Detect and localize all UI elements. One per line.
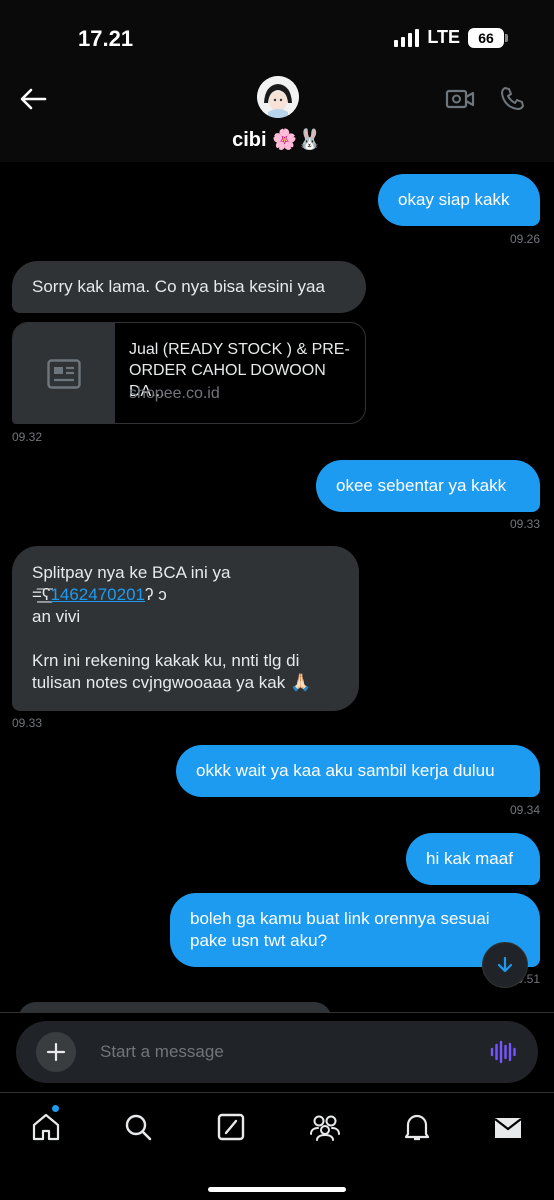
- link-thumbnail: [13, 323, 115, 423]
- message-line: Krn ini rekening kakak ku, nnti tlg di: [32, 651, 300, 670]
- network-type: LTE: [427, 27, 460, 47]
- message-bubble-sent[interactable]: okay siap kakk: [378, 174, 540, 226]
- phone-call-button[interactable]: [496, 84, 528, 114]
- emoticon-prefix: =͟͟͞͞ʕ: [32, 585, 51, 604]
- message-text: okee sebentar ya kakk: [336, 476, 507, 495]
- message-bubble-sent[interactable]: hi kak maaf: [406, 833, 540, 885]
- status-time: 17.21: [78, 26, 134, 51]
- message-line: pake usn twt aku?: [190, 931, 328, 950]
- tab-search[interactable]: [118, 1109, 158, 1145]
- scroll-to-bottom-button[interactable]: [482, 942, 528, 988]
- home-indicator: [208, 1187, 346, 1192]
- message-text: Sorry kak lama. Co nya bisa kesini yaa: [32, 277, 325, 296]
- status-bar: 17.21 LTE 66: [0, 0, 554, 70]
- plus-icon: [46, 1042, 66, 1062]
- message-timestamp: 09.34: [509, 803, 540, 817]
- back-arrow-icon: [20, 88, 47, 110]
- messages-icon: [494, 1118, 522, 1138]
- arrow-down-icon: [497, 956, 513, 973]
- message-text: okay siap kakk: [398, 190, 510, 209]
- message-timestamp: 09.32: [12, 430, 43, 444]
- notification-dot: [52, 1105, 59, 1112]
- message-line: an vivi: [32, 607, 81, 626]
- signal-icon: [394, 28, 420, 47]
- video-call-button[interactable]: [444, 84, 476, 114]
- article-icon: [47, 359, 81, 389]
- tab-messages[interactable]: [488, 1109, 528, 1145]
- add-media-button[interactable]: [36, 1032, 76, 1072]
- bottom-tab-bar: [0, 1092, 554, 1200]
- status-indicators: LTE 66: [394, 27, 508, 48]
- message-bubble-sent[interactable]: okkk wait ya kaa aku sambil kerja duluu: [176, 745, 540, 797]
- message-bubble-received[interactable]: Sorry kak lama. Co nya bisa kesini yaa: [12, 261, 366, 313]
- message-timestamp: 09.33: [12, 716, 43, 730]
- back-button[interactable]: [16, 84, 50, 114]
- message-line: =͟͟͞͞ʕ1462470201ʔ ↄ: [32, 584, 167, 606]
- composer-bar: [0, 1012, 554, 1092]
- tab-grok[interactable]: [211, 1109, 251, 1145]
- conversation-header: cibi 🌸🐰: [0, 70, 554, 162]
- message-text: okkk wait ya kaa aku sambil kerja duluu: [196, 761, 495, 780]
- message-timestamp: 09.26: [509, 232, 540, 246]
- message-timestamp: 09.33: [509, 517, 540, 531]
- link-preview-card[interactable]: Jual (READY STOCK ) & PRE-ORDER CAHOL DO…: [12, 322, 366, 424]
- tab-home[interactable]: [26, 1109, 66, 1145]
- tab-communities[interactable]: [305, 1109, 345, 1145]
- compose-box: [16, 1021, 538, 1083]
- link-domain: shopee.co.id: [129, 385, 220, 402]
- emoticon-suffix: ʔ ↄ: [144, 585, 167, 604]
- tab-notifications[interactable]: [397, 1109, 437, 1145]
- battery-level: 66: [468, 27, 504, 48]
- message-text: hi kak maaf: [426, 849, 513, 868]
- message-bubble-sent[interactable]: okee sebentar ya kakk: [316, 460, 540, 512]
- message-line: Splitpay nya ke BCA ini ya: [32, 563, 231, 582]
- phone-icon: [501, 87, 524, 110]
- message-bubble-received[interactable]: Splitpay nya ke BCA ini ya =͟͟͞͞ʕ1462470…: [12, 546, 359, 711]
- message-list[interactable]: okay siap kakk 09.26 Sorry kak lama. Co …: [0, 162, 554, 1010]
- communities-icon: [310, 1115, 340, 1141]
- avatar[interactable]: [257, 76, 299, 118]
- battery-icon: 66: [468, 27, 508, 48]
- message-line: boleh ga kamu buat link orennya sesuai: [190, 909, 490, 928]
- voice-waveform-icon: [490, 1040, 516, 1064]
- search-icon: [125, 1114, 152, 1141]
- video-call-icon: [445, 89, 475, 109]
- home-icon: [32, 1113, 60, 1141]
- account-number-link[interactable]: 1462470201: [50, 585, 145, 604]
- voice-message-button[interactable]: [488, 1037, 518, 1067]
- contact-name[interactable]: cibi 🌸🐰: [0, 127, 554, 152]
- message-input[interactable]: [100, 1040, 460, 1064]
- notifications-icon: [404, 1114, 430, 1141]
- grok-icon: [217, 1113, 245, 1141]
- message-line: tulisan notes cvjngwooaaa ya kak 🙏🏻: [32, 673, 312, 692]
